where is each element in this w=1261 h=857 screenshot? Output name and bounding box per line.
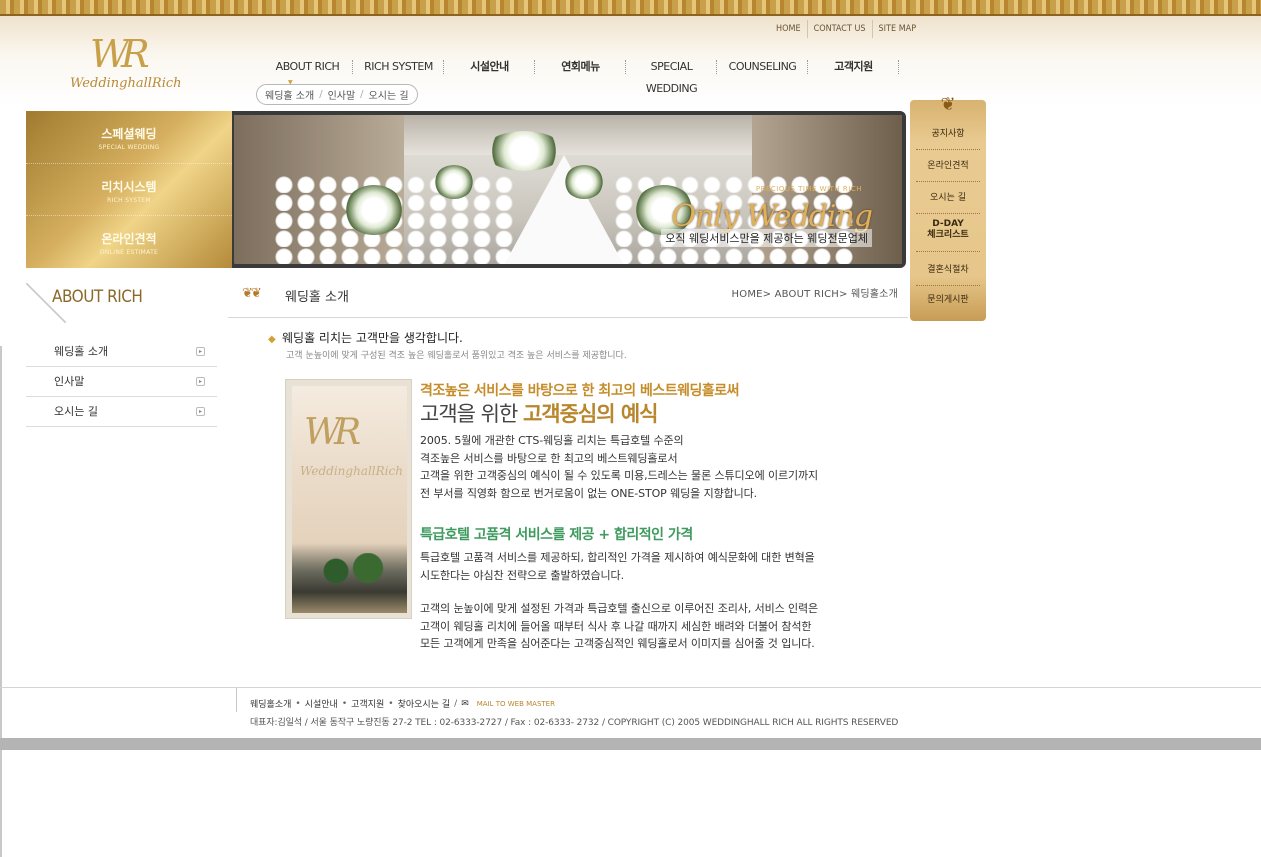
sidebar-item-label: 인사말 (54, 375, 85, 388)
paragraph-line: 고객의 눈높이에 맞게 설정된 가격과 특급호텔 출신으로 이루어진 조리사, … (420, 602, 819, 615)
site-logo[interactable]: WR WeddinghallRich (62, 32, 202, 96)
paragraph-price: 고객의 눈높이에 맞게 설정된 가격과 특급호텔 출신으로 이루어진 조리사, … (420, 600, 818, 653)
sidebar-title: ABOUT RICH (26, 283, 218, 323)
footer-divider (0, 687, 1261, 688)
quick-notice[interactable]: 공지사항 (916, 118, 980, 150)
sidebar-title-text: ABOUT RICH (52, 287, 143, 307)
paragraph-line: 고객이 웨딩홀 리치에 들어올 때부터 식사 후 나갈 때까지 세심한 배려와 … (420, 619, 812, 633)
nav-counseling[interactable]: COUNSELING (717, 56, 808, 78)
main-nav: ABOUT RICH RICH SYSTEM 시설안내 연회메뉴 SPECIAL… (262, 56, 899, 95)
sidebar-item-greeting[interactable]: 인사말 ▸ (26, 367, 217, 397)
paragraph-intro: 2005. 5월에 개관한 CTS-웨딩홀 리치는 특급호텔 수준의 격조높은 … (420, 432, 818, 502)
footer-link-directions[interactable]: 찾아오시는 길 (398, 697, 451, 710)
nav-facilities[interactable]: 시설안내 (444, 56, 535, 78)
intro-heading: ◆ 웨딩홀 리치는 고객만을 생각합니다. (268, 329, 463, 346)
hero-banner: 스페셜웨딩 SPECIAL WEDDING 리치시스템 RICH SYSTEM … (26, 111, 906, 268)
logo-mark: WR (90, 32, 150, 76)
footer-link-support[interactable]: 고객지원 (351, 697, 384, 710)
banner-menu: 스페셜웨딩 SPECIAL WEDDING 리치시스템 RICH SYSTEM … (26, 111, 232, 268)
bottom-bar (0, 738, 1261, 750)
quick-checklist-label: 체크리스트 (927, 230, 969, 240)
quick-menu: ❦ 공지사항 온라인견적 오시는 길 D-DAY 체크리스트 결혼식절차 문의게… (910, 94, 986, 321)
util-link-contact[interactable]: CONTACT US (806, 20, 872, 38)
subnav-hall-intro[interactable]: 웨딩홀 소개 (265, 87, 314, 102)
banner-menu-label: 스페셜웨딩 (101, 127, 157, 141)
chevron-right-icon: ▸ (196, 347, 205, 356)
nav-special-wedding[interactable]: SPECIAL WEDDING (626, 56, 717, 95)
footer-links: 웨딩홀소개 • 시설안내 • 고객지원 • 찾아오시는 길 / ✉ MAIL T… (250, 697, 555, 711)
footer-link-facilities[interactable]: 시설안내 (305, 697, 338, 710)
content-header: ❦❦ 웨딩홀 소개 HOME> ABOUT RICH> 웨딩홀소개 (228, 281, 908, 318)
heading-big: 고객을 위한 고객중심의 예식 (420, 398, 659, 428)
paragraph-service: 특급호텔 고품격 서비스를 제공하되, 합리적인 가격을 제시하여 예식문화에 … (420, 549, 815, 584)
banner-tagline-sub: 오직 웨딩서비스만을 제공하는 웨딩전문업체 (661, 229, 872, 247)
banner-menu-rich-system[interactable]: 리치시스템 RICH SYSTEM (26, 163, 232, 215)
utility-nav: HOME CONTACT US SITE MAP (770, 20, 922, 38)
chevron-right-icon: ▸ (196, 407, 205, 416)
sidebar-item-label: 웨딩홀 소개 (54, 345, 109, 358)
quick-online-estimate[interactable]: 온라인견적 (916, 150, 980, 182)
banner-menu-online-estimate[interactable]: 온라인견적 ONLINE ESTIMATE (26, 215, 232, 267)
mail-webmaster-link[interactable]: MAIL TO WEB MASTER (477, 700, 555, 708)
ornament-icon: ❦❦ (242, 286, 262, 301)
footer-link-hall-intro[interactable]: 웨딩홀소개 (250, 697, 291, 710)
footer-vertical-divider (236, 688, 237, 712)
paragraph-line: 전 부서를 직영화 함으로 번거로움이 없는 ONE-STOP 웨딩을 지향합니… (420, 486, 758, 500)
paragraph-line: 격조높은 서비스를 바탕으로 한 최고의 베스트웨딩홀로서 (420, 451, 678, 465)
footer-company-info: 대표자:김일석 / 서울 동작구 노량진동 27-2 TEL : 02-6333… (250, 718, 899, 728)
paragraph-line: 모든 고객에게 만족을 심어준다는 고객중심적인 웨딩홀로서 이미지를 심어줄 … (420, 637, 815, 650)
sidebar-menu: 웨딩홀 소개 ▸ 인사말 ▸ 오시는 길 ▸ (26, 337, 217, 427)
subnav-separator: / (319, 89, 323, 100)
nav-customer-support[interactable]: 고객지원 (808, 56, 899, 78)
heading-green: 특급호텔 고품격 서비스를 제공 + 합리적인 가격 (420, 527, 693, 543)
sidebar-item-directions[interactable]: 오시는 길 ▸ (26, 397, 217, 427)
banner-tagline-small: PRECIOUS TIME WITH RICH (755, 185, 862, 193)
photo-logo-text: WeddinghallRich (300, 464, 403, 478)
paragraph-line: 특급호텔 고품격 서비스를 제공하되, 합리적인 가격을 제시하여 예식문화에 … (420, 551, 815, 564)
hall-entrance-photo: WR WeddinghallRich (285, 379, 412, 619)
subnav-greeting[interactable]: 인사말 (328, 87, 356, 102)
quick-ceremony-procedure[interactable]: 결혼식절차 (916, 254, 980, 286)
intro-subtext: 고객 눈높이에 맞게 구성된 격조 높은 웨딩홀로서 품위있고 격조 높은 서비… (286, 351, 627, 361)
paragraph-line: 시도한다는 야심찬 전략으로 출발하였습니다. (420, 568, 624, 582)
page-title: 웨딩홀 소개 (285, 290, 349, 305)
quick-dday-checklist[interactable]: D-DAY 체크리스트 (916, 214, 980, 252)
breadcrumb: HOME> ABOUT RICH> 웨딩홀소개 (731, 289, 898, 300)
bullet-icon: ◆ (268, 334, 276, 345)
wedding-hall-photo: PRECIOUS TIME WITH RICH Only Wedding 오직 … (234, 115, 902, 264)
heading-big-emphasis: 고객중심의 예식 (522, 402, 659, 426)
heading-gold: 격조높은 서비스를 바탕으로 한 최고의 베스트웨딩홀로써 (420, 383, 740, 399)
quick-directions[interactable]: 오시는 길 (916, 182, 980, 214)
banner-menu-sublabel: ONLINE ESTIMATE (99, 249, 159, 256)
logo-text: WeddinghallRich (70, 76, 182, 91)
sub-nav: 웨딩홀 소개 / 인사말 / 오시는 길 (256, 84, 418, 105)
banner-menu-special-wedding[interactable]: 스페셜웨딩 SPECIAL WEDDING (26, 111, 232, 163)
sidebar-item-hall-intro[interactable]: 웨딩홀 소개 ▸ (26, 337, 217, 367)
nav-rich-system[interactable]: RICH SYSTEM (353, 56, 444, 78)
banner-menu-label: 온라인견적 (101, 232, 157, 246)
subnav-directions[interactable]: 오시는 길 (369, 87, 409, 102)
sidebar-item-label: 오시는 길 (54, 405, 98, 418)
ornament-icon: ❦ (940, 94, 956, 115)
nav-banquet-menu[interactable]: 연회메뉴 (535, 56, 626, 78)
paragraph-line: 2005. 5월에 개관한 CTS-웨딩홀 리치는 특급호텔 수준의 (420, 434, 684, 447)
quick-inquiry-board[interactable]: 문의게시판 (916, 284, 980, 316)
subnav-separator: / (360, 89, 364, 100)
banner-menu-sublabel: SPECIAL WEDDING (98, 144, 160, 151)
nav-about-rich[interactable]: ABOUT RICH (262, 56, 353, 94)
banner-menu-label: 리치시스템 (101, 180, 157, 194)
intro-heading-text: 웨딩홀 리치는 고객만을 생각합니다. (282, 331, 463, 345)
util-link-home[interactable]: HOME (770, 20, 807, 38)
banner-menu-sublabel: RICH SYSTEM (107, 197, 151, 204)
heading-big-part-a: 고객을 위한 (420, 402, 523, 426)
mail-icon: ✉ (461, 698, 469, 709)
top-decorative-stripe (0, 0, 1261, 16)
quick-dday-label: D-DAY (932, 219, 964, 229)
chevron-right-icon: ▸ (196, 377, 205, 386)
util-link-sitemap[interactable]: SITE MAP (871, 20, 923, 38)
photo-logo-mark: WR (304, 412, 361, 453)
paragraph-line: 고객을 위한 고객중심의 예식이 될 수 있도록 미용,드레스는 물론 스튜디오… (420, 469, 819, 482)
